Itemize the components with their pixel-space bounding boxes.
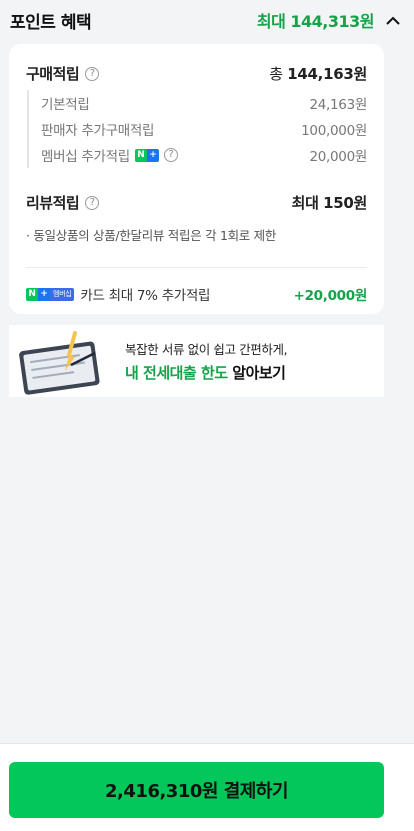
jeonse-loan-banner[interactable]: 복잡한 서류 없이 쉽고 간편하게, 내 전세대출 한도 알아보기	[9, 325, 384, 397]
review-value-prefix: 최대	[291, 194, 319, 212]
basic-points-value: 24,163원	[309, 97, 367, 113]
points-header-right: 최대 144,313원	[257, 8, 402, 32]
chevron-up-icon[interactable]	[384, 11, 402, 29]
review-points-label: 리뷰적립 ?	[26, 192, 100, 213]
banner-subtitle: 복잡한 서류 없이 쉽고 간편하게,	[125, 342, 288, 357]
card-benefit-value: +20,000원	[293, 288, 368, 304]
banner-title: 내 전세대출 한도 알아보기	[125, 362, 287, 383]
purchase-points-total: 총 144,163원	[269, 63, 367, 84]
membership-points-label-text: 멤버십 추가적립	[41, 149, 130, 165]
list-item: 기본적립 24,163원	[41, 90, 367, 116]
list-item: 판매자 추가구매적립 100,000원	[41, 116, 367, 142]
purchase-total-value: 144,163원	[287, 65, 367, 83]
review-points-row: 리뷰적립 ? 최대 150원	[26, 192, 367, 213]
review-points-label-text: 리뷰적립	[26, 194, 80, 212]
membership-badge-text: 멤버십	[50, 287, 75, 301]
naver-plus-membership-icon: N + 멤버십	[26, 287, 75, 301]
help-icon[interactable]: ?	[85, 195, 100, 210]
list-item: 멤버십 추가적립 N + ? 20,000원	[41, 142, 367, 168]
pay-button[interactable]: 2,416,310원 결제하기	[9, 762, 384, 818]
naver-plus-icon: N +	[134, 148, 159, 162]
points-card: 구매적립 ? 총 144,163원 기본적립 24,163원 판매자 추가구매적…	[9, 44, 384, 314]
divider	[26, 267, 367, 268]
points-max-amount: 최대 144,313원	[256, 12, 375, 31]
purchase-points-breakdown: 기본적립 24,163원 판매자 추가구매적립 100,000원 멤버십 추가적…	[27, 90, 367, 168]
review-points-value: 최대 150원	[291, 192, 368, 213]
seller-points-label: 판매자 추가구매적립	[41, 123, 155, 139]
points-title: 포인트 혜택	[10, 12, 92, 33]
membership-points-value: 20,000원	[309, 149, 367, 165]
payment-footer: 2,416,310원 결제하기	[0, 743, 414, 831]
tablet-pen-illustration	[9, 325, 117, 397]
help-icon[interactable]: ?	[163, 148, 178, 162]
purchase-points-row: 구매적립 ? 총 144,163원	[26, 63, 367, 84]
purchase-total-prefix: 총	[269, 65, 283, 83]
review-points-note: · 동일상품의 상품/한달리뷰 적립은 각 1회로 제한	[26, 228, 277, 243]
banner-text: 복잡한 서류 없이 쉽고 간편하게, 내 전세대출 한도 알아보기	[125, 339, 288, 383]
points-header[interactable]: 포인트 혜택 최대 144,313원	[0, 0, 414, 40]
purchase-points-label: 구매적립 ?	[26, 63, 100, 84]
purchase-points-label-text: 구매적립	[26, 65, 80, 83]
card-benefit-label-group: N + 멤버십 카드 최대 7% 추가적립	[26, 284, 210, 304]
review-value: 150원	[323, 194, 367, 212]
banner-title-black: 알아보기	[232, 364, 286, 382]
seller-points-value: 100,000원	[301, 123, 367, 139]
banner-title-green: 내 전세대출 한도	[125, 364, 228, 382]
help-icon[interactable]: ?	[85, 66, 100, 81]
membership-points-label: 멤버십 추가적립 N + ?	[41, 145, 178, 165]
card-benefit-label: 카드 최대 7% 추가적립	[80, 288, 211, 304]
basic-points-label: 기본적립	[41, 97, 90, 113]
card-benefit-row: N + 멤버십 카드 최대 7% 추가적립 +20,000원	[26, 284, 367, 304]
